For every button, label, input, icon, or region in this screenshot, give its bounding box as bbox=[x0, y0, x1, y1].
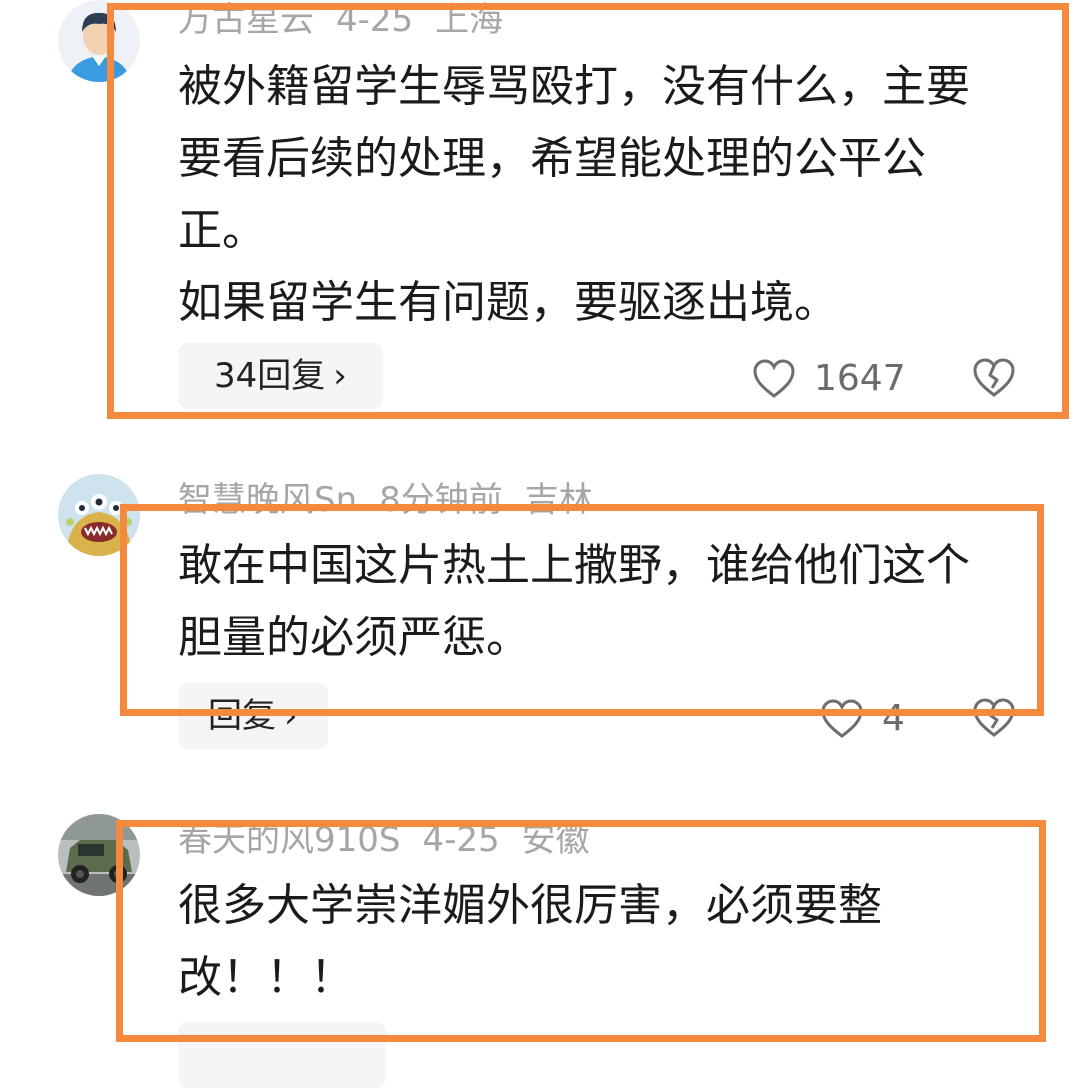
comment-location: 吉林 bbox=[524, 480, 593, 520]
comment-item: 万古星云 4-25 上海 被外籍留学生辱骂殴打，没有什么，主要要看后续的处理，希望能… bbox=[0, 0, 1080, 420]
avatar[interactable] bbox=[58, 474, 140, 556]
comment-date: 8分钟前 bbox=[379, 480, 503, 520]
chevron-right-icon: › bbox=[333, 356, 347, 396]
avatar[interactable] bbox=[58, 0, 140, 82]
comment-item: 智慧晚风Sn 8分钟前 吉林 敢在中国这片热土上撒野，谁给他们这个胆量的必须严惩。 … bbox=[0, 474, 1080, 764]
heart-outline-icon bbox=[821, 699, 863, 738]
avatar[interactable] bbox=[58, 814, 140, 896]
avatar-image bbox=[58, 474, 140, 556]
like-count: 1647 bbox=[814, 358, 906, 399]
username[interactable]: 春天的风910S bbox=[178, 820, 400, 860]
like-button[interactable]: 4 bbox=[820, 696, 905, 741]
chevron-right-icon: › bbox=[284, 696, 298, 736]
comment-meta: 智慧晚风Sn 8分钟前 吉林 bbox=[178, 480, 615, 520]
comment-text: 很多大学崇洋媚外很厉害，必须要整改！！！ bbox=[178, 880, 882, 1003]
replies-label: 回复 bbox=[208, 696, 276, 736]
avatar-image bbox=[58, 0, 140, 82]
broken-heart-icon bbox=[973, 358, 1015, 397]
replies-button[interactable]: 34回复 › bbox=[178, 343, 383, 409]
comment-location: 上海 bbox=[435, 0, 504, 40]
comment-location: 安徽 bbox=[521, 820, 590, 860]
comment-meta: 春天的风910S 4-25 安徽 bbox=[178, 820, 612, 860]
like-count: 4 bbox=[882, 698, 905, 739]
replies-button[interactable] bbox=[178, 1022, 386, 1088]
replies-button[interactable]: 回复 › bbox=[178, 683, 328, 749]
broken-heart-icon bbox=[973, 698, 1015, 737]
comment-item: 春天的风910S 4-25 安徽 很多大学崇洋媚外很厉害，必须要整改！！！ bbox=[0, 814, 1080, 1088]
like-button[interactable]: 1647 bbox=[752, 356, 906, 401]
replies-label: 34回复 bbox=[214, 356, 326, 396]
dislike-button[interactable] bbox=[972, 358, 1016, 398]
comment-date: 4-25 bbox=[422, 820, 500, 860]
comment-text: 敢在中国这片热土上撒野，谁给他们这个胆量的必须严惩。 bbox=[178, 540, 970, 663]
username[interactable]: 智慧晚风Sn bbox=[178, 480, 357, 520]
comment-meta: 万古星云 4-25 上海 bbox=[178, 0, 525, 40]
avatar-image bbox=[58, 814, 140, 896]
comment-text: 被外籍留学生辱骂殴打，没有什么，主要要看后续的处理，希望能处理的公平公正。 如果… bbox=[178, 61, 970, 328]
username[interactable]: 万古星云 bbox=[178, 0, 314, 40]
comment-date: 4-25 bbox=[336, 0, 414, 40]
heart-outline-icon bbox=[753, 359, 795, 398]
dislike-button[interactable] bbox=[972, 698, 1016, 738]
